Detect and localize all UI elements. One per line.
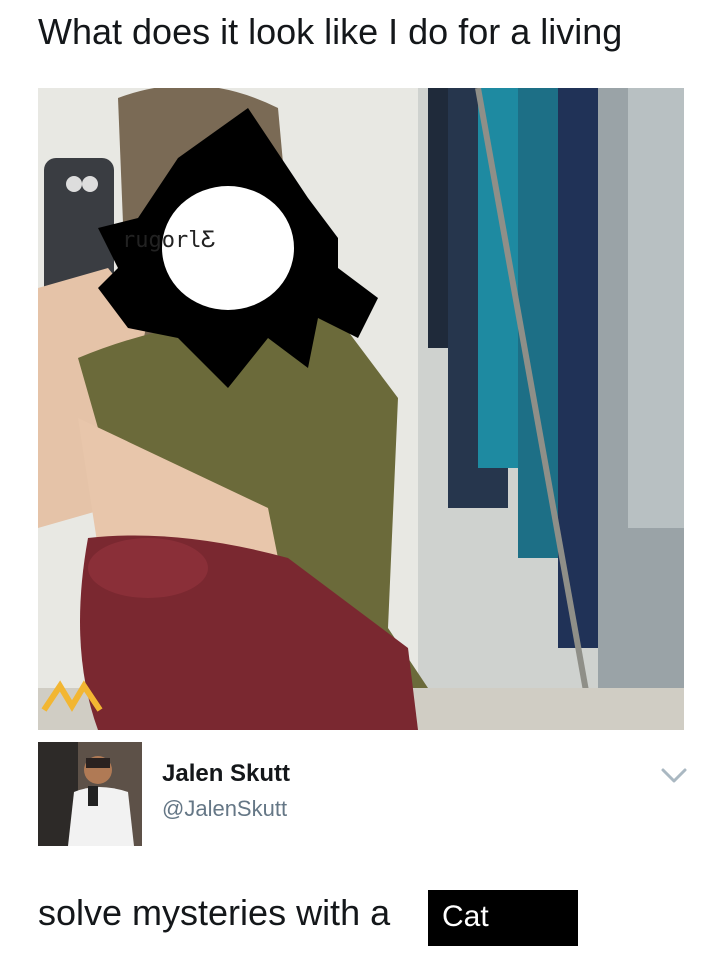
user-display-name[interactable]: Jalen Skutt (162, 760, 290, 788)
redacted-label: Cat (428, 890, 578, 946)
chevron-down-icon[interactable] (660, 766, 688, 786)
avatar[interactable] (38, 742, 142, 846)
user-handle[interactable]: @JalenSkutt (162, 796, 287, 822)
watermark-text: rugorlƸ (122, 228, 215, 253)
avatar-photo (38, 742, 142, 846)
meme-caption: What does it look like I do for a living (38, 11, 623, 52)
photo-illustration (38, 88, 684, 730)
tweet-text: solve mysteries with a (38, 892, 391, 933)
mirror-selfie-photo[interactable]: rugorlƸ (38, 88, 684, 730)
